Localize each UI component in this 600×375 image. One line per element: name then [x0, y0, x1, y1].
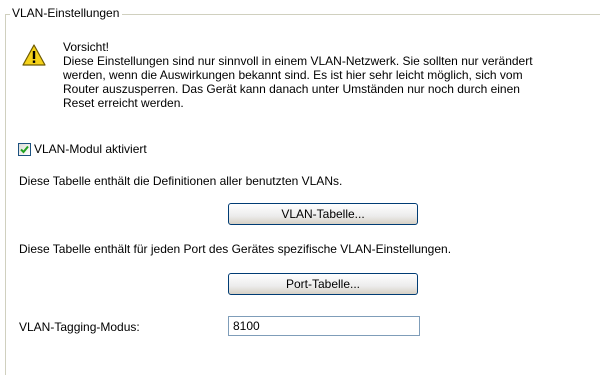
warning-line: werden, wenn die Auswirkungen bekannt si…: [63, 68, 523, 82]
warning-message: Vorsicht! Diese Einstellungen sind nur s…: [63, 40, 595, 110]
checkmark-icon: [20, 145, 29, 153]
warning-triangle-icon: [22, 44, 46, 66]
vlan-table-button[interactable]: VLAN-Tabelle...: [228, 203, 418, 225]
tagging-mode-label: VLAN-Tagging-Modus:: [19, 320, 140, 334]
tagging-mode-field[interactable]: 8100: [228, 316, 420, 336]
warning-line: Diese Einstellungen sind nur sinnvoll in…: [63, 54, 533, 68]
port-table-button[interactable]: Port-Tabelle...: [228, 273, 418, 295]
vlan-module-toggle[interactable]: VLAN-Modul aktiviert: [18, 142, 147, 156]
warning-line: Router auszusperren. Das Gerät kann dana…: [63, 82, 520, 96]
vlan-module-checkbox[interactable]: [18, 142, 31, 156]
warning-title: Vorsicht!: [63, 40, 110, 54]
vlan-table-description: Diese Tabelle enthält die Definitionen a…: [19, 174, 343, 188]
vlan-module-label: VLAN-Modul aktiviert: [34, 142, 147, 156]
warning-line: Reset erreicht werden.: [63, 96, 184, 110]
group-title: VLAN-Einstellungen: [10, 5, 123, 21]
port-table-description: Diese Tabelle enthält für jeden Port des…: [19, 242, 452, 256]
